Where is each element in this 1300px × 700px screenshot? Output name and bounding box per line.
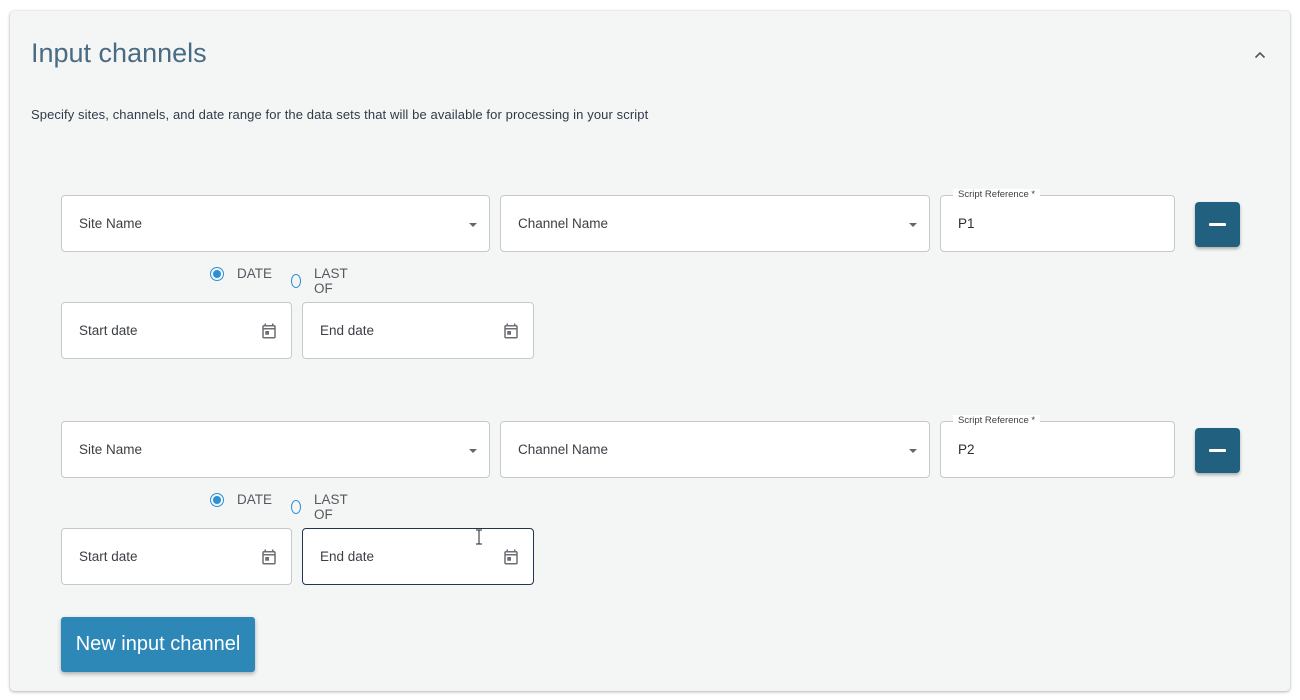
site-name-select[interactable]: Site Name	[61, 421, 490, 478]
radio-last-of-label: LAST OF	[314, 266, 348, 296]
calendar-icon[interactable]	[260, 548, 278, 566]
script-reference-value: P1	[958, 216, 975, 231]
radio-date[interactable]: DATE	[210, 492, 272, 507]
radio-last-of[interactable]: LAST OF	[291, 266, 352, 296]
start-date-input[interactable]: Start date	[61, 302, 292, 359]
start-date-input[interactable]: Start date	[61, 528, 292, 585]
script-reference-label: Script Reference *	[953, 189, 1041, 201]
radio-selected-icon	[210, 492, 224, 507]
calendar-icon[interactable]	[502, 322, 520, 340]
calendar-icon[interactable]	[502, 548, 520, 566]
remove-channel-button[interactable]	[1195, 428, 1240, 473]
site-name-label: Site Name	[79, 216, 143, 231]
dropdown-caret-icon	[909, 223, 917, 227]
section-title: Input channels	[31, 38, 207, 68]
dropdown-caret-icon	[909, 449, 917, 453]
radio-date-label: DATE	[237, 492, 273, 507]
dropdown-caret-icon	[469, 449, 477, 453]
start-date-label: Start date	[79, 549, 138, 564]
chevron-up-icon	[1254, 51, 1266, 59]
end-date-input[interactable]: End date	[302, 528, 534, 585]
end-date-label: End date	[320, 549, 375, 564]
new-input-channel-button[interactable]: New input channel	[61, 617, 255, 672]
script-reference-input[interactable]: Script Reference * P1	[940, 189, 1175, 252]
radio-last-of[interactable]: LAST OF	[291, 492, 352, 522]
channel-name-select[interactable]: Channel Name	[500, 195, 930, 252]
end-date-input[interactable]: End date	[302, 302, 534, 359]
text-cursor-icon	[476, 529, 482, 545]
input-channel-row: Site Name Channel Name Script Reference …	[10, 189, 1290, 395]
radio-selected-icon	[210, 266, 224, 281]
site-name-label: Site Name	[79, 442, 143, 457]
radio-unselected-icon	[291, 274, 302, 288]
minus-icon	[1209, 223, 1226, 226]
channel-name-label: Channel Name	[518, 442, 609, 457]
radio-date[interactable]: DATE	[210, 266, 272, 281]
radio-last-of-label: LAST OF	[314, 492, 348, 522]
collapse-button[interactable]	[1248, 43, 1272, 67]
channel-name-label: Channel Name	[518, 216, 609, 231]
dropdown-caret-icon	[469, 223, 477, 227]
input-channel-row: Site Name Channel Name Script Reference …	[10, 415, 1290, 621]
script-reference-value: P2	[958, 442, 975, 457]
site-name-select[interactable]: Site Name	[61, 195, 490, 252]
calendar-icon[interactable]	[260, 322, 278, 340]
channel-name-select[interactable]: Channel Name	[500, 421, 930, 478]
radio-unselected-icon	[291, 500, 302, 514]
section-description: Specify sites, channels, and date range …	[31, 107, 649, 122]
radio-date-label: DATE	[237, 266, 273, 281]
input-channels-panel: Input channels Specify sites, channels, …	[10, 11, 1290, 691]
remove-channel-button[interactable]	[1195, 202, 1240, 247]
start-date-label: Start date	[79, 323, 138, 338]
end-date-label: End date	[320, 323, 375, 338]
script-reference-input[interactable]: Script Reference * P2	[940, 415, 1175, 478]
minus-icon	[1209, 449, 1226, 452]
script-reference-label: Script Reference *	[953, 415, 1041, 427]
